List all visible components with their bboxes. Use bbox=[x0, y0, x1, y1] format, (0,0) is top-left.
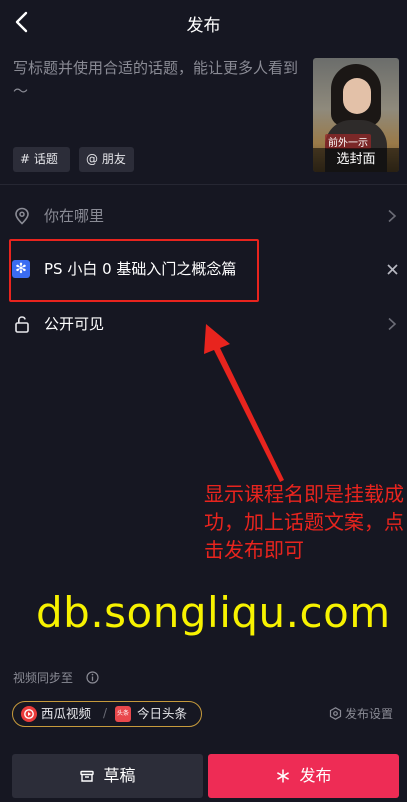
annotation-arrow-icon bbox=[204, 324, 284, 482]
select-cover-button[interactable]: 选封面 bbox=[313, 148, 399, 172]
topic-chip[interactable]: # 话题 bbox=[13, 147, 70, 172]
draft-label: 草稿 bbox=[103, 766, 136, 785]
close-icon[interactable] bbox=[386, 263, 399, 276]
location-label: 你在哪里 bbox=[44, 207, 105, 225]
annotation-text: 显示课程名即是挂载成功，加上话题文案，点击发布即可 bbox=[204, 482, 404, 562]
publish-label: 发布 bbox=[299, 766, 332, 785]
xigua-video-label: 西瓜视频 bbox=[41, 706, 92, 721]
toutiao-label: 今日头条 bbox=[137, 706, 188, 721]
course-label[interactable]: PS 小白 0 基础入门之概念篇 bbox=[44, 259, 236, 279]
mention-friend-chip[interactable]: @ 朋友 bbox=[79, 147, 134, 172]
xigua-video-icon bbox=[21, 706, 37, 722]
visibility-label: 公开可见 bbox=[44, 315, 105, 333]
lock-icon bbox=[15, 316, 29, 333]
cover-sticker: 前外一示 bbox=[325, 134, 371, 149]
course-icon: ✻ bbox=[12, 260, 30, 278]
publish-button[interactable]: 发布 bbox=[208, 754, 399, 798]
page-title: 发布 bbox=[186, 16, 221, 36]
chevron-right-icon bbox=[388, 209, 397, 223]
top-bar: 发布 bbox=[0, 0, 407, 46]
cover-thumbnail[interactable]: 前外一示 选封面 bbox=[313, 58, 399, 172]
separator: / bbox=[103, 706, 108, 720]
chevron-right-icon bbox=[388, 317, 397, 331]
watermark-text: db.songliqu.com bbox=[36, 588, 391, 637]
info-icon[interactable] bbox=[86, 671, 99, 684]
sparkle-icon bbox=[277, 769, 290, 783]
location-pin-icon bbox=[15, 207, 29, 225]
toutiao-icon: 头条 bbox=[115, 706, 131, 722]
draft-box-icon bbox=[80, 770, 95, 782]
save-draft-button[interactable]: 草稿 bbox=[12, 754, 203, 798]
sync-label: 视频同步至 bbox=[13, 671, 74, 685]
publish-settings-link[interactable]: 发布设置 bbox=[329, 706, 393, 722]
divider bbox=[0, 184, 407, 185]
caption-input[interactable]: 写标题并使用合适的话题，能让更多人看到～ bbox=[13, 57, 303, 103]
location-row[interactable]: 你在哪里 bbox=[0, 194, 407, 238]
